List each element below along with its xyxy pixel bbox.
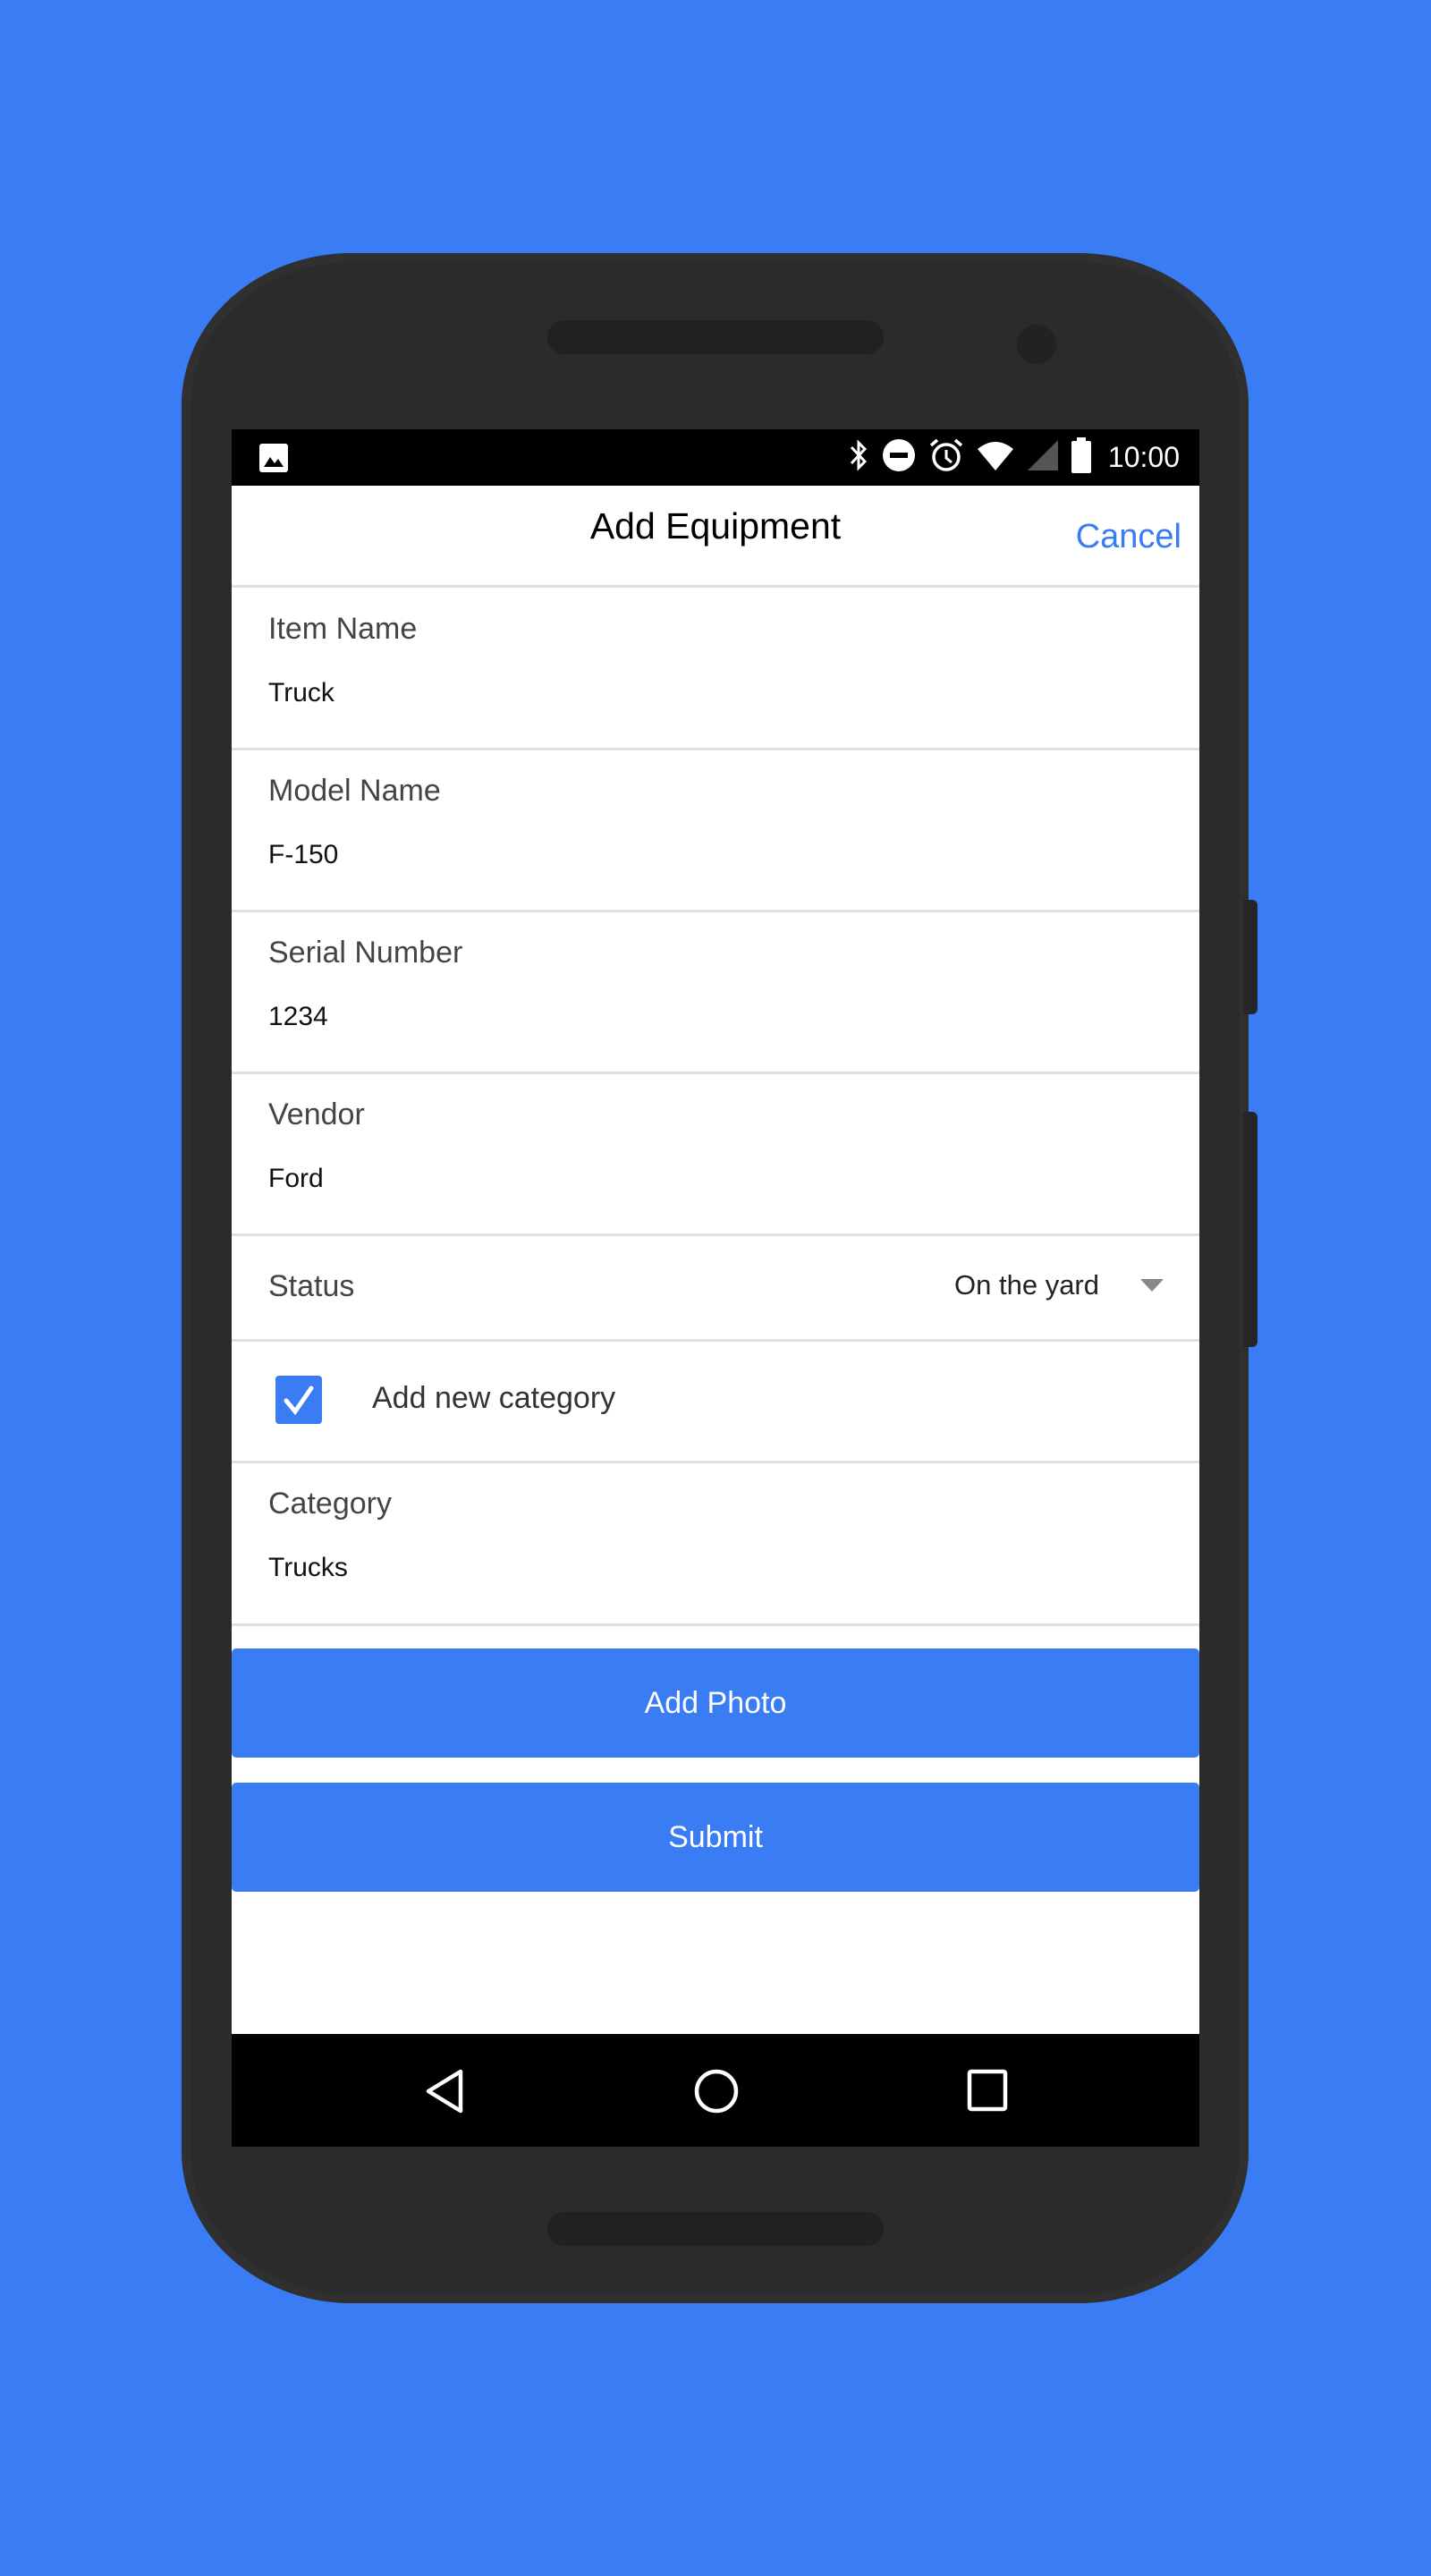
do-not-disturb-icon xyxy=(881,437,917,478)
status-label: Status xyxy=(268,1269,355,1303)
vendor-field: Vendor xyxy=(232,1074,1199,1236)
item-name-field: Item Name xyxy=(232,589,1199,750)
add-category-row: Add new category xyxy=(232,1342,1199,1463)
serial-number-input[interactable] xyxy=(268,1002,1073,1032)
model-name-label: Model Name xyxy=(268,774,441,808)
dropdown-caret-icon xyxy=(1140,1279,1164,1292)
checkmark-icon xyxy=(284,1385,314,1416)
navigation-bar xyxy=(232,2034,1199,2147)
status-field: Status On the yard xyxy=(232,1235,1199,1342)
bottom-speaker xyxy=(547,2212,884,2246)
screen: 10:00 Add Equipment Cancel Item Name Mod… xyxy=(232,429,1199,2147)
cancel-button[interactable]: Cancel xyxy=(1076,518,1181,556)
serial-number-field: Serial Number xyxy=(232,912,1199,1074)
volume-button xyxy=(1243,900,1257,1014)
category-input[interactable] xyxy=(268,1553,1073,1583)
earpiece-speaker xyxy=(547,320,884,354)
battery-icon xyxy=(1071,436,1092,479)
status-time: 10:00 xyxy=(1107,441,1180,473)
page-title: Add Equipment xyxy=(589,505,842,547)
home-icon[interactable] xyxy=(693,2068,740,2119)
wifi-icon xyxy=(976,438,1015,477)
back-icon[interactable] xyxy=(423,2068,466,2119)
add-category-label: Add new category xyxy=(372,1381,616,1415)
power-button xyxy=(1243,1112,1257,1347)
model-name-field: Model Name xyxy=(232,750,1199,912)
item-name-input[interactable] xyxy=(268,678,1073,708)
status-bar: 10:00 xyxy=(232,429,1199,486)
bluetooth-icon xyxy=(847,437,870,478)
signal-icon xyxy=(1026,438,1060,477)
category-label: Category xyxy=(268,1487,392,1521)
model-name-input[interactable] xyxy=(268,840,1073,870)
vendor-input[interactable] xyxy=(268,1164,1073,1194)
status-dropdown[interactable]: On the yard xyxy=(954,1269,1164,1301)
category-field: Category xyxy=(232,1463,1199,1626)
add-photo-button[interactable]: Add Photo xyxy=(232,1648,1199,1758)
item-name-label: Item Name xyxy=(268,612,418,646)
alarm-icon xyxy=(927,436,965,479)
front-camera xyxy=(1017,325,1056,364)
app-header: Add Equipment Cancel xyxy=(232,486,1199,588)
recents-icon[interactable] xyxy=(967,2068,1008,2117)
serial-number-label: Serial Number xyxy=(268,936,463,970)
submit-button[interactable]: Submit xyxy=(232,1783,1199,1892)
vendor-label: Vendor xyxy=(268,1097,365,1131)
status-selected-value: On the yard xyxy=(954,1269,1099,1301)
image-icon xyxy=(258,443,289,478)
add-category-checkbox[interactable] xyxy=(275,1376,322,1424)
